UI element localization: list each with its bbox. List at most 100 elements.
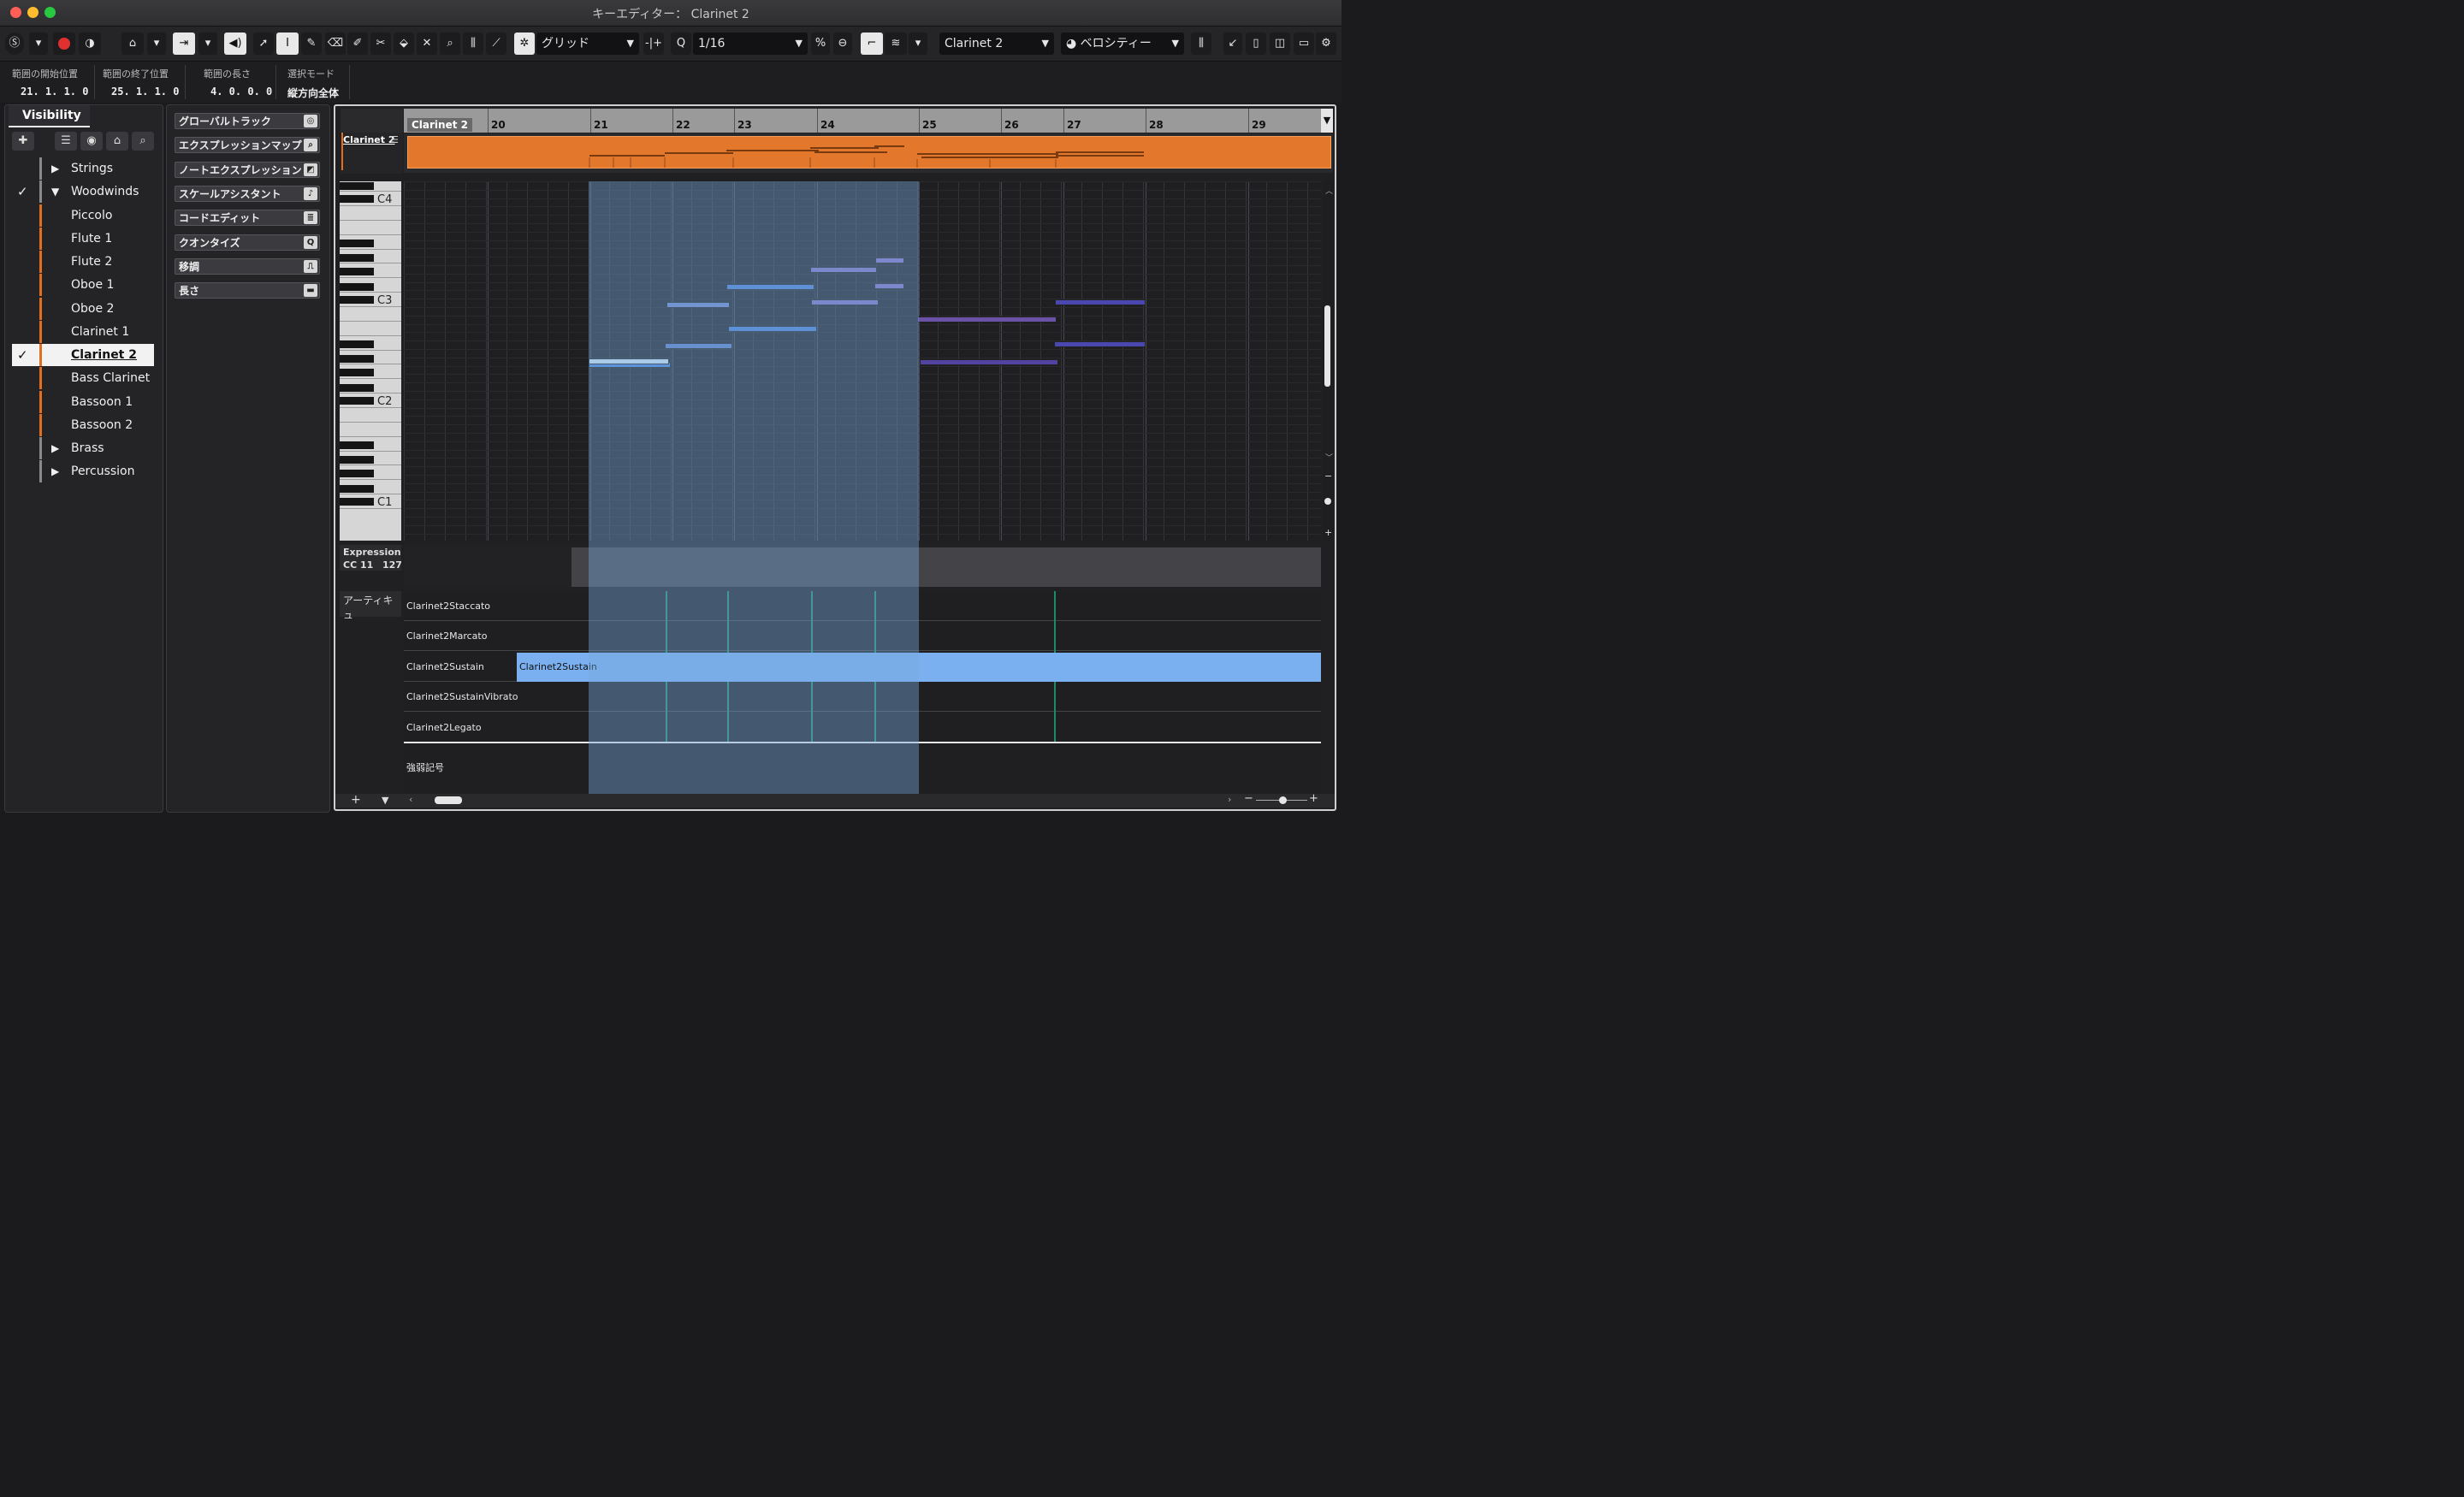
visibility-item-piccolo[interactable]: Piccolo — [12, 204, 154, 227]
white-key[interactable] — [340, 234, 401, 235]
visibility-item-brass[interactable]: ▶ Brass — [12, 437, 154, 459]
list-icon[interactable]: ☰ — [390, 134, 399, 145]
visibility-item-flute-2[interactable]: Flute 2 — [12, 251, 154, 273]
visibility-item-oboe-2[interactable]: Oboe 2 — [12, 297, 154, 320]
snap-toggle-icon[interactable]: ✲ — [514, 33, 535, 55]
event-color-select[interactable]: ◕ ベロシティー ▼ — [1061, 33, 1184, 55]
left-zone-icon[interactable]: ▯ — [1246, 33, 1266, 55]
visibility-item-woodwinds[interactable]: ✓ ▼ Woodwinds — [12, 180, 154, 204]
solo-editor-icon[interactable]: Ⓢ — [5, 33, 24, 55]
acoustic-feedback-icon[interactable]: ⇥ — [173, 33, 195, 55]
chevron-right-icon[interactable]: ▶ — [51, 437, 59, 459]
black-key[interactable] — [340, 296, 374, 304]
black-key[interactable] — [340, 195, 374, 203]
chevron-right-icon[interactable]: ▶ — [51, 460, 59, 482]
lane-presets-icon[interactable]: ▼ — [382, 795, 388, 806]
glue-tool-icon[interactable]: ⬙ — [394, 33, 414, 55]
record-button[interactable] — [53, 33, 75, 55]
length-quantize-icon[interactable]: ⌐ — [861, 33, 883, 55]
black-key[interactable] — [340, 268, 374, 275]
lower-zone-icon[interactable]: ▭ — [1294, 33, 1314, 55]
object-selection-tool-icon[interactable]: ➚ — [253, 33, 274, 55]
range-selection[interactable] — [589, 181, 919, 794]
chevron-right-icon[interactable]: › — [1228, 794, 1231, 805]
inspector-section[interactable]: 長さ ▬ — [175, 282, 320, 299]
horizontal-zoom-handle[interactable] — [1279, 796, 1287, 804]
white-key[interactable] — [340, 450, 401, 452]
mute-tool-icon[interactable]: ✕ — [417, 33, 437, 55]
vertical-scroll-thumb[interactable] — [1324, 305, 1330, 387]
keyboard-icon[interactable]: ⫼ — [1191, 33, 1211, 55]
black-key[interactable] — [340, 355, 374, 363]
feedback-dropdown-icon[interactable]: ▾ — [198, 33, 217, 55]
step-input-icon[interactable]: ◑ — [79, 33, 101, 55]
articulation-lane-header[interactable]: アーティキュ — [340, 591, 401, 621]
split-tool-icon[interactable]: ✂ — [370, 33, 391, 55]
black-key[interactable] — [340, 254, 374, 262]
chevron-up-icon[interactable]: ︿ — [1325, 185, 1333, 196]
visibility-item-clarinet-2[interactable]: ✓ Clarinet 2 — [12, 344, 154, 366]
vertical-scrollbar[interactable]: ︿ ﹀ − + — [1323, 181, 1333, 541]
chevron-down-icon[interactable]: ▼ — [51, 180, 59, 203]
add-lane-icon[interactable]: + — [351, 793, 361, 807]
visibility-item-percussion[interactable]: ▶ Percussion — [12, 460, 154, 483]
white-key[interactable] — [340, 219, 401, 221]
quantize-settings-icon[interactable]: ⊖ — [833, 33, 852, 55]
range-end[interactable]: 範囲の終了位置 25. 1. 1. 0 — [103, 67, 179, 98]
zoom-in-icon[interactable]: + — [1309, 792, 1318, 805]
inspector-section[interactable]: グローバルトラック ◎ — [175, 113, 320, 129]
add-track-icon[interactable]: ✚ — [12, 132, 34, 151]
quantize-select[interactable]: 1/16 ▼ — [693, 33, 808, 55]
solo-dropdown-icon[interactable]: ▾ — [29, 33, 48, 55]
line-tool-icon[interactable]: ⫼ — [463, 33, 483, 55]
zoom-out-icon[interactable]: − — [1324, 470, 1332, 482]
snap-type-select[interactable]: グリッド ▼ — [536, 33, 639, 55]
inspector-section[interactable]: 移調 ⎍ — [175, 257, 320, 275]
color-scheme-icon[interactable]: ≋ — [885, 33, 907, 55]
white-key[interactable] — [340, 292, 401, 293]
list-icon[interactable]: ☰ — [55, 132, 77, 151]
trim-tool-icon[interactable]: ✐ — [347, 33, 368, 55]
drumstick-tool-icon[interactable]: ⟋ — [486, 33, 506, 55]
chevron-right-icon[interactable]: ▶ — [51, 157, 59, 180]
black-key[interactable] — [340, 498, 374, 506]
inspector-section[interactable]: コードエディット ≣ — [175, 210, 320, 227]
visibility-item-bassoon-1[interactable]: Bassoon 1 — [12, 390, 154, 413]
inspector-zone-icon[interactable]: ◫ — [1270, 33, 1290, 55]
vertical-zoom-handle[interactable] — [1324, 498, 1331, 505]
color-dropdown-icon[interactable]: ▾ — [909, 33, 927, 55]
draw-tool-icon[interactable]: ✎ — [301, 33, 322, 55]
black-key[interactable] — [340, 369, 374, 376]
snap-zero-icon[interactable]: -|+ — [643, 33, 664, 55]
quantize-icon[interactable]: Q — [671, 33, 691, 55]
range-selection-tool-icon[interactable]: I — [276, 33, 299, 55]
checkmark-icon[interactable]: ✓ — [17, 180, 28, 203]
black-key[interactable] — [340, 340, 374, 348]
inspector-section[interactable]: エクスプレッションマップ ⌕ — [175, 137, 320, 154]
inspector-section[interactable]: スケールアシスタント ♪ — [175, 185, 320, 202]
white-key[interactable] — [340, 320, 401, 322]
controller-lane-header[interactable]: Expression CC 11 127 — [340, 545, 402, 571]
visibility-item-oboe-1[interactable]: Oboe 1 — [12, 274, 154, 297]
visibility-item-bassoon-2[interactable]: Bassoon 2 — [12, 413, 154, 436]
white-key[interactable] — [340, 435, 401, 437]
black-key[interactable] — [340, 384, 374, 392]
white-key[interactable] — [340, 479, 401, 481]
ruler[interactable]: Clarinet 2 20 21 22 23 24 25 26 27 28 29 — [404, 109, 1321, 133]
black-key[interactable] — [340, 441, 374, 449]
range-length[interactable]: 範囲の長さ 4. 0. 0. 0 — [204, 67, 272, 98]
visibility-item-clarinet-1[interactable]: Clarinet 1 — [12, 320, 154, 343]
iterative-quantize-icon[interactable]: % — [811, 33, 830, 55]
ruler-menu-icon[interactable]: ▼ — [1321, 109, 1333, 133]
inspector-section[interactable]: ノートエクスプレッション ◩ — [175, 161, 320, 178]
speaker-icon[interactable]: ◀) — [224, 33, 246, 55]
white-key[interactable] — [340, 191, 401, 192]
white-key[interactable] — [340, 277, 401, 279]
white-key[interactable] — [340, 349, 401, 351]
white-key[interactable] — [340, 421, 401, 423]
erase-tool-icon[interactable]: ⌫ — [325, 33, 346, 55]
black-key[interactable] — [340, 182, 374, 190]
white-key[interactable] — [340, 334, 401, 336]
visibility-item-flute-1[interactable]: Flute 1 — [12, 227, 154, 250]
zoom-in-icon[interactable]: + — [1324, 527, 1332, 538]
